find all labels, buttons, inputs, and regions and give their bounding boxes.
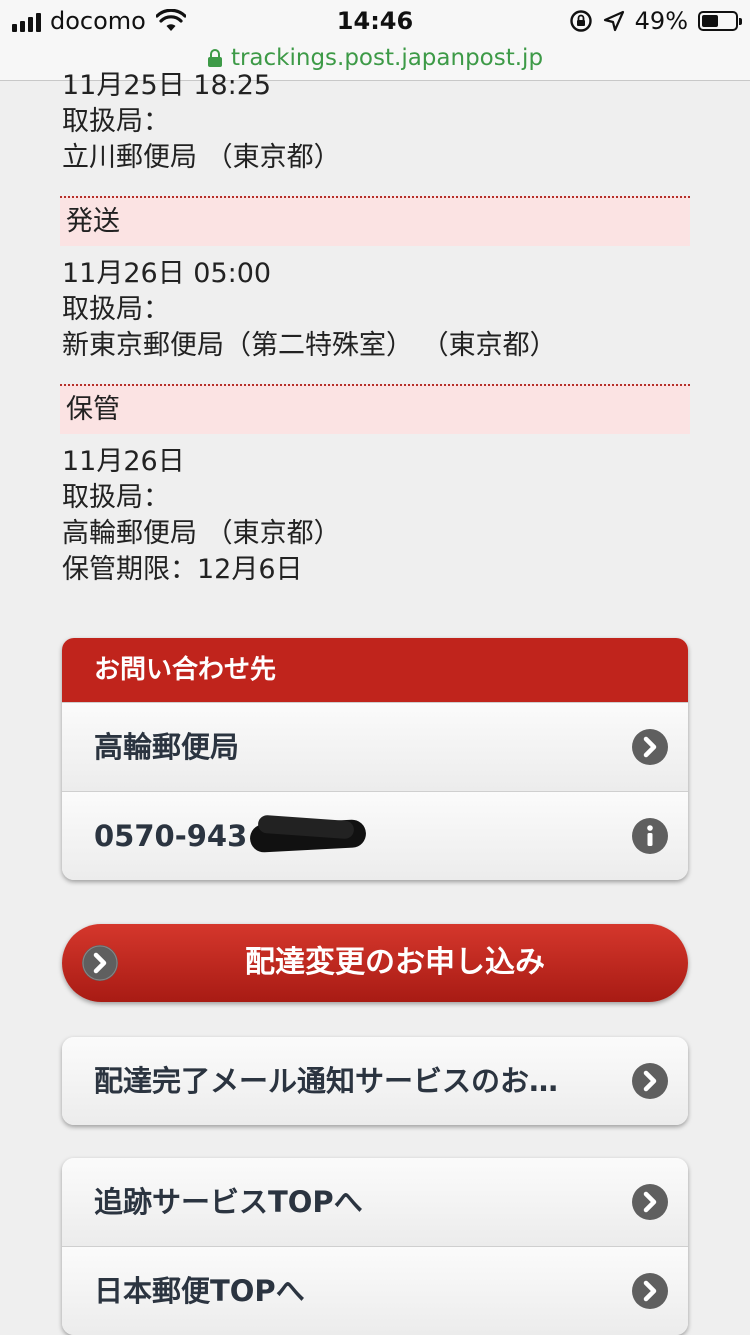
contact-card: お問い合わせ先 高輪郵便局 0570-943 — [62, 638, 688, 880]
mail-notification-card: 配達完了メール通知サービスのお… — [62, 1037, 688, 1125]
info-circle-icon — [632, 818, 668, 854]
entry-storage-deadline: 保管期限：12月6日 — [62, 554, 303, 585]
history-entry: 11月25日 18:25 取扱局： 立川郵便局 （東京都） — [60, 68, 690, 176]
location-arrow-icon — [603, 10, 624, 32]
chevron-right-circle-icon — [632, 729, 668, 765]
entry-office: 新東京郵便局（第二特殊室） （東京都） — [62, 330, 557, 361]
japanpost-top-label: 日本郵便TOPへ — [94, 1274, 305, 1308]
entry-office-label: 取扱局： — [62, 106, 170, 137]
top-links-card: 追跡サービスTOPへ 日本郵便TOPへ — [62, 1158, 688, 1335]
japanpost-top-link[interactable]: 日本郵便TOPへ — [62, 1246, 688, 1335]
entry-datetime: 11月26日 — [62, 446, 185, 477]
mail-notification-link[interactable]: 配達完了メール通知サービスのお… — [62, 1037, 688, 1125]
entry-status: 保管 — [60, 384, 690, 434]
entry-office-label: 取扱局： — [62, 482, 170, 513]
chevron-right-circle-icon — [632, 1063, 668, 1099]
chevron-right-circle-icon — [632, 1184, 668, 1220]
contact-office-name: 高輪郵便局 — [94, 730, 240, 764]
change-delivery-label: 配達変更のお申し込み — [245, 945, 545, 980]
history-entry: 発送 11月26日 05:00 取扱局： 新東京郵便局（第二特殊室） （東京都） — [60, 196, 690, 364]
entry-office-label: 取扱局： — [62, 294, 170, 325]
contact-header: お問い合わせ先 — [62, 638, 688, 702]
tracking-history: 11月25日 18:25 取扱局： 立川郵便局 （東京都） 発送 11月26日 … — [60, 68, 690, 588]
contact-office-link[interactable]: 高輪郵便局 — [62, 702, 688, 791]
change-delivery-button[interactable]: 配達変更のお申し込み — [62, 924, 688, 1002]
history-entry: 保管 11月26日 取扱局： 高輪郵便局 （東京都） 保管期限：12月6日 — [60, 384, 690, 588]
mail-notification-label: 配達完了メール通知サービスのお… — [94, 1064, 559, 1098]
entry-office: 高輪郵便局 （東京都） — [62, 518, 341, 549]
tracking-top-link[interactable]: 追跡サービスTOPへ — [62, 1158, 688, 1246]
rotation-lock-icon — [569, 10, 592, 32]
entry-office: 立川郵便局 （東京都） — [62, 142, 341, 173]
entry-datetime: 11月26日 05:00 — [62, 258, 272, 289]
status-right: 49% — [569, 6, 742, 36]
entry-status: 発送 — [60, 196, 690, 246]
contact-phone: 0570-943 — [94, 819, 248, 853]
entry-datetime: 11月25日 18:25 — [62, 70, 272, 101]
chevron-right-circle-icon — [632, 1273, 668, 1309]
battery-icon — [698, 11, 742, 31]
tracking-top-label: 追跡サービスTOPへ — [94, 1185, 363, 1219]
chevron-right-circle-icon — [82, 945, 118, 981]
lock-icon — [207, 49, 222, 67]
contact-phone-link[interactable]: 0570-943 — [62, 791, 688, 880]
battery-percent: 49% — [634, 7, 688, 35]
